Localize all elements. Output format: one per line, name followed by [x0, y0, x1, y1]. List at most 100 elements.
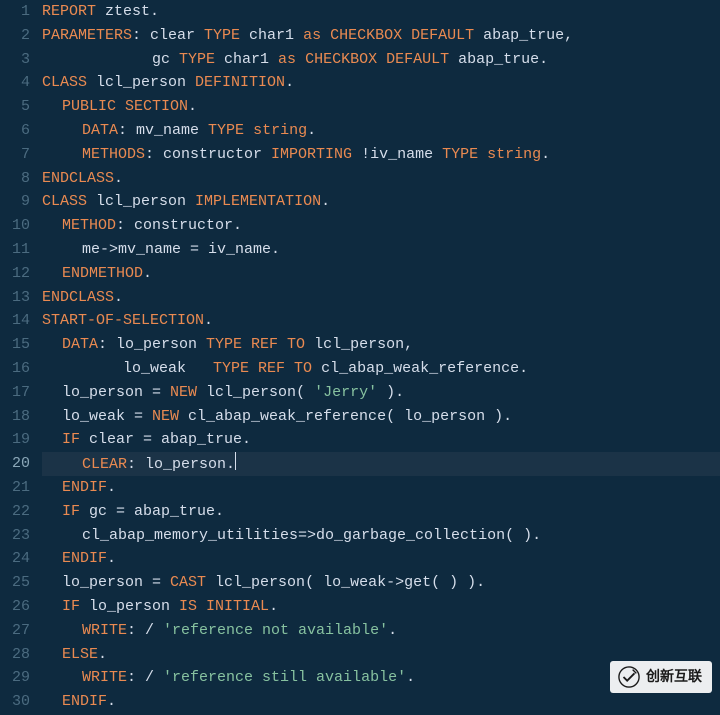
token-id: lcl_person, [305, 336, 413, 353]
code-line[interactable]: PARAMETERS: clear TYPE char1 as CHECKBOX… [42, 24, 720, 48]
token-id: : constructor. [116, 217, 242, 234]
token-kw: IF [62, 598, 80, 615]
code-line[interactable]: CLASS lcl_person IMPLEMENTATION. [42, 190, 720, 214]
line-number: 19 [0, 428, 30, 452]
token-id: lo_person [80, 598, 179, 615]
line-number: 24 [0, 547, 30, 571]
line-number: 23 [0, 524, 30, 548]
token-kw: IF [62, 503, 80, 520]
token-id: : mv_name [118, 122, 208, 139]
watermark-badge: 创新互联 [610, 661, 712, 693]
token-id: lcl_person [87, 74, 195, 91]
code-line[interactable]: lo_weak = NEW cl_abap_weak_reference( lo… [42, 405, 720, 429]
line-number: 20 [0, 452, 30, 476]
code-line[interactable]: ENDIF. [42, 547, 720, 571]
token-kw: IMPORTING [271, 146, 352, 163]
code-line[interactable]: CLASS lcl_person DEFINITION. [42, 71, 720, 95]
code-line[interactable]: IF clear = abap_true. [42, 428, 720, 452]
token-kw: CHECKBOX DEFAULT [305, 51, 449, 68]
line-number: 27 [0, 619, 30, 643]
token-id: lo_person = [62, 574, 170, 591]
code-editor[interactable]: 1234567891011121314151617181920212223242… [0, 0, 720, 715]
line-number: 17 [0, 381, 30, 405]
token-kw: CLASS [42, 74, 87, 91]
code-line[interactable]: ENDIF. [42, 690, 720, 714]
token-id: . [114, 170, 123, 187]
code-line[interactable]: lo_person = NEW lcl_person( 'Jerry' ). [42, 381, 720, 405]
token-kw: DATA [82, 122, 118, 139]
token-kw: PARAMETERS [42, 27, 132, 44]
line-number: 8 [0, 167, 30, 191]
line-number: 3 [0, 48, 30, 72]
token-id [244, 122, 253, 139]
code-line[interactable]: DATA: lo_person TYPE REF TO lcl_person, [42, 333, 720, 357]
code-line[interactable]: cl_abap_memory_utilities=>do_garbage_col… [42, 524, 720, 548]
token-kw: PUBLIC SECTION [62, 98, 188, 115]
code-line[interactable]: IF lo_person IS INITIAL. [42, 595, 720, 619]
line-number: 14 [0, 309, 30, 333]
token-kw: CHECKBOX DEFAULT [330, 27, 474, 44]
code-line[interactable]: METHODS: constructor IMPORTING !iv_name … [42, 143, 720, 167]
token-kw: IF [62, 431, 80, 448]
token-kw: METHODS [82, 146, 145, 163]
token-kw: TYPE REF TO [213, 360, 312, 377]
token-kw: ENDIF [62, 550, 107, 567]
code-line[interactable]: ENDIF. [42, 476, 720, 500]
code-line[interactable]: START-OF-SELECTION. [42, 309, 720, 333]
token-kw: string [253, 122, 307, 139]
token-id [321, 27, 330, 44]
code-line[interactable]: IF gc = abap_true. [42, 500, 720, 524]
code-line[interactable]: ENDCLASS. [42, 286, 720, 310]
code-line[interactable]: lo_person = CAST lcl_person( lo_weak->ge… [42, 571, 720, 595]
line-number: 22 [0, 500, 30, 524]
code-line[interactable]: CLEAR: lo_person. [42, 452, 720, 476]
token-id: . [188, 98, 197, 115]
code-line[interactable]: DATA: mv_name TYPE string. [42, 119, 720, 143]
text-cursor [235, 452, 236, 470]
token-id: . [143, 265, 152, 282]
token-id: cl_abap_weak_reference( lo_person ). [179, 408, 512, 425]
token-id: lcl_person [87, 193, 195, 210]
token-id: : constructor [145, 146, 271, 163]
code-line[interactable]: ENDCLASS. [42, 167, 720, 191]
code-line[interactable]: WRITE: / 'reference not available'. [42, 619, 720, 643]
token-id: . [307, 122, 316, 139]
token-id: : clear [132, 27, 204, 44]
token-id: lo_person = [62, 384, 170, 401]
token-id: : / [127, 669, 163, 686]
code-line[interactable]: PUBLIC SECTION. [42, 95, 720, 119]
token-id: lo_weak = [62, 408, 152, 425]
watermark-icon [618, 666, 640, 688]
token-id: clear = abap_true. [80, 431, 251, 448]
token-id: . [107, 693, 116, 710]
token-id: char1 [240, 27, 303, 44]
line-number: 1 [0, 0, 30, 24]
line-number: 15 [0, 333, 30, 357]
token-id: : lo_person [98, 336, 206, 353]
code-line[interactable]: lo_weak TYPE REF TO cl_abap_weak_referen… [42, 357, 720, 381]
token-id: gc = abap_true. [80, 503, 224, 520]
token-kw: TYPE [208, 122, 244, 139]
token-str: 'Jerry' [314, 384, 377, 401]
token-str: 'reference still available' [163, 669, 406, 686]
token-kw: DEFINITION [195, 74, 285, 91]
token-kw: REPORT [42, 3, 96, 20]
line-number: 12 [0, 262, 30, 286]
code-area[interactable]: REPORT ztest.PARAMETERS: clear TYPE char… [42, 0, 720, 715]
token-kw: ENDCLASS [42, 170, 114, 187]
code-line[interactable]: REPORT ztest. [42, 0, 720, 24]
line-number: 2 [0, 24, 30, 48]
line-number: 11 [0, 238, 30, 262]
token-str: 'reference not available' [163, 622, 388, 639]
code-line[interactable]: METHOD: constructor. [42, 214, 720, 238]
code-line[interactable]: gc TYPE char1 as CHECKBOX DEFAULT abap_t… [42, 48, 720, 72]
line-number: 21 [0, 476, 30, 500]
code-line[interactable]: ENDMETHOD. [42, 262, 720, 286]
line-number-gutter: 1234567891011121314151617181920212223242… [0, 0, 42, 715]
token-id [478, 146, 487, 163]
code-line[interactable]: me->mv_name = iv_name. [42, 238, 720, 262]
token-id: . [98, 646, 107, 663]
token-kw: CLEAR [82, 456, 127, 473]
token-id: : / [127, 622, 163, 639]
token-id: ). [377, 384, 404, 401]
